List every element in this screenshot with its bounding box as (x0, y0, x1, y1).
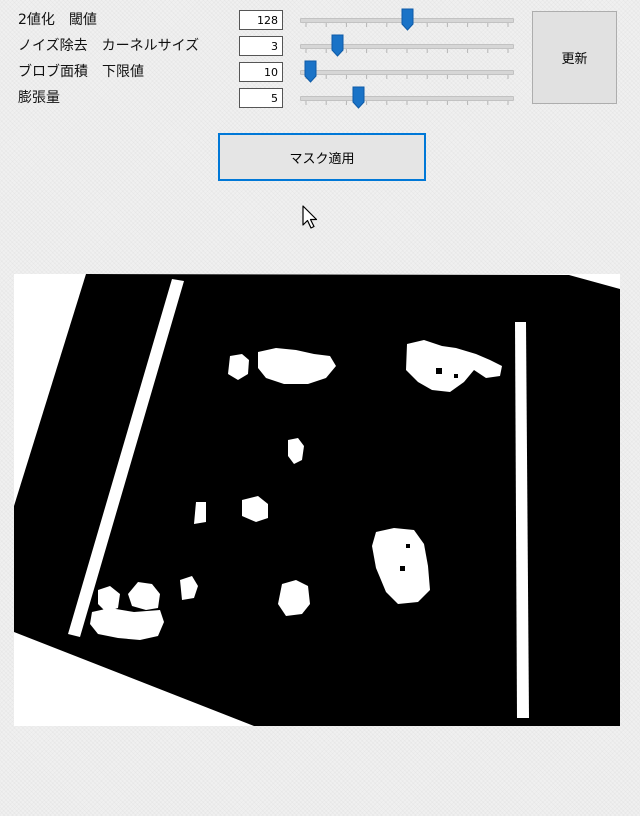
threshold-input[interactable] (239, 10, 283, 30)
slider-thumb[interactable] (331, 34, 344, 57)
update-button[interactable]: 更新 (532, 11, 617, 104)
slider-thumb[interactable] (352, 86, 365, 109)
kernel-slider[interactable] (300, 34, 514, 57)
dilation-slider[interactable] (300, 86, 514, 109)
threshold-slider[interactable] (300, 8, 514, 31)
mask-preview-image (14, 274, 620, 726)
dilation-label: 膨張量 (18, 90, 60, 106)
slider-thumb[interactable] (304, 60, 317, 83)
threshold-label: 2値化 閾値 (18, 12, 97, 28)
apply-mask-button[interactable]: マスク適用 (218, 133, 426, 181)
kernel-input[interactable] (239, 36, 283, 56)
kernel-label: ノイズ除去 カーネルサイズ (18, 38, 200, 54)
blob-area-slider[interactable] (300, 60, 514, 83)
slider-thumb[interactable] (401, 8, 414, 31)
blob-area-label: ブロブ面積 下限値 (18, 64, 144, 80)
slider-ticks (305, 101, 509, 105)
mouse-pointer-icon (302, 205, 318, 229)
slider-ticks (305, 75, 509, 79)
dilation-input[interactable] (239, 88, 283, 108)
blob-area-input[interactable] (239, 62, 283, 82)
